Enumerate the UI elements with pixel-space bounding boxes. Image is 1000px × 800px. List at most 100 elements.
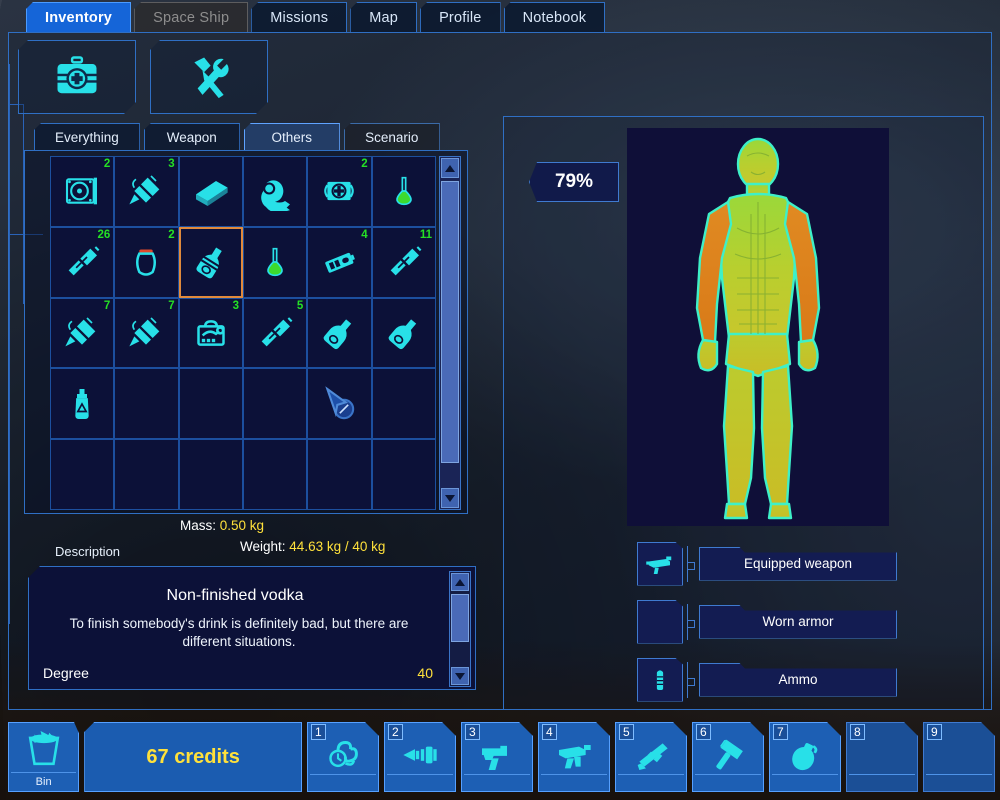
- inventory-slot-filled[interactable]: 4: [307, 226, 372, 298]
- inventory-slot-empty[interactable]: [307, 439, 372, 510]
- description-scrollbar[interactable]: [449, 571, 471, 687]
- firstaid-icon: [324, 182, 355, 201]
- inventory-slot-filled[interactable]: [307, 297, 372, 369]
- inventory-slot-filled[interactable]: 5: [243, 297, 308, 369]
- hotbar-slot-2[interactable]: 2: [384, 722, 456, 792]
- scrollbar-thumb[interactable]: [441, 181, 459, 463]
- tab-missions[interactable]: Missions: [251, 2, 348, 32]
- inventory-slot-empty[interactable]: [50, 439, 115, 510]
- hotbar-slot-number: 8: [850, 724, 865, 740]
- hotbar-slot-divider: [849, 774, 915, 775]
- hotbar-slot-5[interactable]: 5: [615, 722, 687, 792]
- hotbar-slot-7[interactable]: 7: [769, 722, 841, 792]
- flask-icon: [396, 177, 412, 206]
- tab-profile[interactable]: Profile: [420, 2, 501, 32]
- rifle2-icon: [637, 743, 668, 770]
- syringe-icon: [129, 175, 160, 205]
- jar-icon: [136, 249, 157, 276]
- book-icon: [195, 181, 228, 207]
- hotbar-slot-8[interactable]: 8: [846, 722, 918, 792]
- filter-tab-scenario[interactable]: Scenario: [343, 123, 440, 150]
- inventory-slot-filled[interactable]: [178, 226, 243, 298]
- bin-button[interactable]: Bin: [8, 722, 80, 792]
- inventory-slot-empty[interactable]: [371, 439, 436, 510]
- equipment-row: Worn armor: [637, 598, 897, 645]
- character-body-view[interactable]: [627, 128, 889, 526]
- ham-icon: [261, 180, 291, 212]
- rifle-icon: [646, 556, 672, 574]
- inventory-slot-filled[interactable]: 7: [50, 297, 115, 369]
- inventory-slot-filled[interactable]: 26: [50, 226, 115, 298]
- smg-icon: [559, 745, 591, 769]
- desc-scrollbar-thumb[interactable]: [451, 594, 469, 642]
- inventory-slot-empty[interactable]: [178, 439, 243, 510]
- desc-scroll-up-arrow-icon[interactable]: [451, 573, 469, 591]
- inventory-slot-filled[interactable]: [371, 156, 436, 227]
- inventory-slot-filled[interactable]: [243, 226, 308, 298]
- equipment-label[interactable]: Worn armor: [699, 604, 897, 639]
- cursor-compass-icon: [325, 385, 355, 419]
- filter-tab-everything[interactable]: Everything: [34, 123, 140, 150]
- equipment-label[interactable]: Ammo: [699, 662, 897, 697]
- equipment-connector: [683, 600, 699, 644]
- spraybottle-icon: [75, 388, 89, 419]
- equipment-slot-icon[interactable]: [637, 541, 683, 586]
- inventory-slot-filled[interactable]: [178, 156, 243, 227]
- inventory-slot-filled[interactable]: [371, 297, 436, 369]
- equipment-label[interactable]: Equipped weapon: [699, 546, 897, 581]
- hotbar-slot-1[interactable]: 1: [307, 722, 379, 792]
- item-count: 5: [296, 299, 304, 312]
- inventory-slot-empty[interactable]: [114, 439, 179, 510]
- inventory-slot-empty[interactable]: [178, 368, 243, 440]
- scroll-down-arrow-icon[interactable]: [441, 488, 459, 508]
- item-stat-label: Degree: [43, 665, 89, 681]
- hotbar-slot-3[interactable]: 3: [461, 722, 533, 792]
- hotbar-slot-6[interactable]: 6: [692, 722, 764, 792]
- flask-icon: [267, 248, 283, 277]
- weight-row: Weight: 44.63 kg / 40 kg: [240, 539, 385, 554]
- battery-icon: [325, 253, 356, 273]
- desc-scroll-down-arrow-icon[interactable]: [451, 667, 469, 685]
- hotbar-slot-divider: [618, 774, 684, 775]
- inventory-slot-filled[interactable]: 2: [114, 226, 179, 298]
- inventory-slot-filled[interactable]: 7: [114, 297, 179, 369]
- tab-inventory[interactable]: Inventory: [26, 2, 132, 32]
- inventory-slot-filled[interactable]: 11: [371, 226, 436, 298]
- bin-label: Bin: [35, 776, 52, 788]
- mass-label: Mass:: [180, 518, 217, 533]
- inventory-slot-filled[interactable]: 2: [50, 156, 115, 227]
- inventory-slot-empty[interactable]: [371, 368, 436, 440]
- tab-map[interactable]: Map: [350, 2, 418, 32]
- tab-space-ship: Space Ship: [134, 2, 249, 32]
- item-count: 26: [97, 228, 111, 241]
- inventory-slot-filled[interactable]: 3: [114, 156, 179, 227]
- inventory-slot-empty[interactable]: [114, 368, 179, 440]
- tab-notebook[interactable]: Notebook: [503, 2, 606, 32]
- scroll-up-arrow-icon[interactable]: [441, 158, 459, 178]
- inventory-slot-filled[interactable]: 3: [178, 297, 243, 369]
- medkit-button[interactable]: [18, 40, 136, 114]
- hotbar-slot-9[interactable]: 9: [923, 722, 995, 792]
- health-percent-badge: 79%: [529, 162, 619, 202]
- bullet-icon: [261, 317, 293, 347]
- hotbar-slot-divider: [387, 774, 453, 775]
- inventory-slot-empty[interactable]: [243, 368, 308, 440]
- hotbar-slot-number: 9: [927, 724, 942, 740]
- credits-display[interactable]: 67 credits: [84, 722, 302, 792]
- inventory-scrollbar[interactable]: [439, 156, 461, 510]
- equipment-connector: [683, 658, 699, 702]
- inventory-slot-filled[interactable]: 2: [307, 156, 372, 227]
- inventory-slot-filled[interactable]: [307, 368, 372, 440]
- filter-tab-others[interactable]: Others: [243, 123, 340, 150]
- inventory-slot-empty[interactable]: [243, 439, 308, 510]
- description-panel-label: Description: [55, 544, 121, 559]
- equipment-slot-icon[interactable]: [637, 599, 683, 644]
- filter-tab-weapon[interactable]: Weapon: [143, 123, 240, 150]
- equipment-slot-icon[interactable]: [637, 657, 683, 702]
- inventory-slot-filled[interactable]: [243, 156, 308, 227]
- inventory-slot-filled[interactable]: [50, 368, 115, 440]
- repair-button[interactable]: [150, 40, 268, 114]
- hotbar-slot-4[interactable]: 4: [538, 722, 610, 792]
- item-title: Non-finished vodka: [166, 587, 304, 604]
- item-stat-value: 40: [417, 665, 433, 681]
